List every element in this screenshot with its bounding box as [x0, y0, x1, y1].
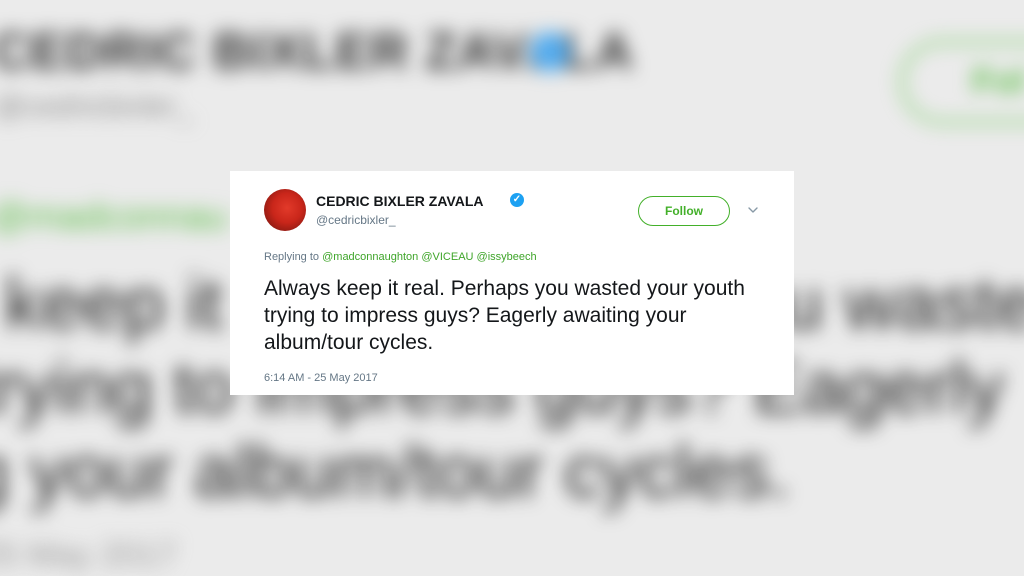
- replying-to-label: Replying to: [264, 251, 320, 263]
- bg-follow-outline: [900, 40, 1024, 124]
- follow-button[interactable]: Follow: [638, 196, 730, 226]
- tweet-card: CEDRIC BIXLER ZAVALA ✓ @cedricbixler_ Fo…: [230, 171, 794, 395]
- bg-follow-label: Fol: [972, 60, 1024, 101]
- avatar[interactable]: [264, 189, 306, 231]
- user-handle[interactable]: @cedricbixler_: [316, 213, 396, 227]
- bg-display-name: CEDRIC BIXLER ZAVALA: [0, 23, 635, 81]
- chevron-down-icon[interactable]: [748, 205, 758, 215]
- bg-tweet-line-3: ing your album/tour cycles.: [0, 430, 791, 513]
- mention-link-madconnaughton[interactable]: @madconnaughton: [322, 251, 418, 263]
- mention-link-issybeech[interactable]: @issybeech: [477, 251, 537, 263]
- display-name[interactable]: CEDRIC BIXLER ZAVALA: [316, 193, 483, 209]
- mention-link-viceau[interactable]: @VICEAU: [421, 251, 473, 263]
- bg-verified-icon: [530, 32, 570, 72]
- replying-to-line: Replying to @madconnaughton @VICEAU @iss…: [264, 251, 537, 263]
- bg-date: 25 May 2017: [0, 536, 177, 574]
- tweet-timestamp[interactable]: 6:14 AM - 25 May 2017: [264, 372, 378, 384]
- bg-handle: @cedricbixler_: [0, 90, 193, 123]
- tweet-text: Always keep it real. Perhaps you wasted …: [264, 277, 745, 354]
- tweet-screenshot-frame: CEDRIC BIXLER ZAVALA @cedricbixler_ Fol …: [0, 0, 1024, 576]
- bg-reply-mention: @madconnau: [0, 196, 228, 238]
- verified-badge-icon: ✓: [510, 193, 524, 207]
